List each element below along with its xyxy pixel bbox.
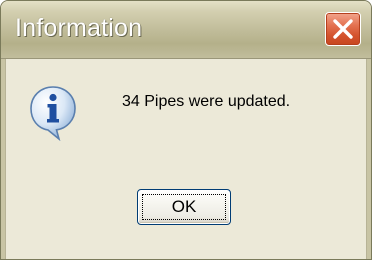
- close-button[interactable]: [325, 12, 361, 46]
- title-bar[interactable]: Information: [1, 1, 371, 59]
- ok-button[interactable]: OK: [137, 189, 231, 225]
- window-title: Information: [15, 14, 143, 42]
- information-icon: [30, 86, 76, 141]
- close-icon: [333, 19, 353, 39]
- information-dialog: Information 34 Pipes were updated. OK: [0, 0, 372, 260]
- ok-button-label: OK: [171, 197, 197, 216]
- window-frame-left: [1, 59, 6, 259]
- window-frame-right: [366, 59, 371, 259]
- message-text: 34 Pipes were updated.: [122, 93, 291, 110]
